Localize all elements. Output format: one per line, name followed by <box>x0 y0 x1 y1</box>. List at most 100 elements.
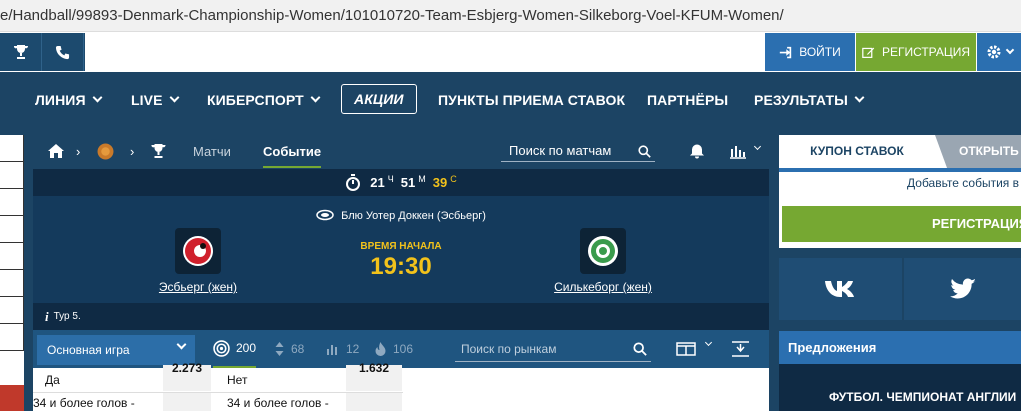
left-row[interactable] <box>0 216 24 243</box>
right-sidebar: КУПОН СТАВОК ОТКРЫТЬ Добавьте события в … <box>779 135 1021 411</box>
offers-header[interactable]: Предложения <box>779 331 1021 364</box>
nav-results-label: РЕЗУЛЬТАТЫ <box>754 91 848 108</box>
odd-cell[interactable] <box>346 393 402 411</box>
filter-hot-count: 106 <box>393 342 414 356</box>
breadcrumb-separator-icon: › <box>130 144 135 159</box>
nav-results[interactable]: РЕЗУЛЬТАТЫ <box>754 72 865 127</box>
left-row[interactable] <box>0 162 24 189</box>
stadium-icon <box>316 209 334 221</box>
handball-icon[interactable] <box>97 143 114 160</box>
home-team-logo <box>175 228 221 274</box>
left-row[interactable] <box>0 135 24 162</box>
home-team-name: Эсбьерг (жен) <box>158 280 238 294</box>
market-search-placeholder: Поиск по рынкам <box>461 342 557 356</box>
gear-icon <box>987 45 1000 59</box>
coupon-body: Добавьте события в РЕГИСТРАЦИЯ <box>779 168 1021 248</box>
trophy-icon[interactable] <box>150 143 167 159</box>
search-icon[interactable] <box>633 342 647 356</box>
login-icon <box>780 46 792 58</box>
left-row[interactable] <box>0 189 24 216</box>
stopwatch-icon <box>346 174 361 191</box>
twitter-icon <box>949 278 976 299</box>
filter-stats[interactable]: 12 <box>326 330 359 368</box>
sort-icon <box>275 342 284 356</box>
timer-hours-unit: Ч <box>387 173 394 184</box>
target-icon <box>213 339 230 357</box>
tour-label: Тур 5. <box>53 311 81 322</box>
left-row[interactable] <box>0 270 24 297</box>
countdown-timer: 21 Ч 51 М 39 С <box>33 169 769 196</box>
home-icon[interactable] <box>47 143 65 159</box>
nav-esports-label: КИБЕРСПОРТ <box>207 91 304 108</box>
timer-hours: 21 <box>370 175 385 190</box>
edit-icon <box>862 47 875 58</box>
login-button[interactable]: ВОЙТИ <box>765 33 855 71</box>
login-label: ВОЙТИ <box>799 45 841 59</box>
home-team[interactable]: Эсбьерг (жен) <box>138 228 258 294</box>
timer-seconds: 39 <box>432 175 448 190</box>
nav-promotions[interactable]: АКЦИИ <box>341 84 417 114</box>
left-row[interactable] <box>0 324 24 351</box>
away-team-logo <box>580 228 626 274</box>
filter-sort[interactable]: 68 <box>274 330 304 368</box>
outcome-label[interactable]: Да <box>45 373 60 387</box>
away-team-name: Силькеборг (жен) <box>554 280 652 294</box>
filter-all-count: 200 <box>236 341 257 355</box>
main-nav: ЛИНИЯ LIVE КИБЕРСПОРТ АКЦИИ ПУНКТЫ ПРИЕМ… <box>0 72 1021 127</box>
breadcrumb-separator-icon: › <box>76 144 81 159</box>
vk-button[interactable] <box>779 258 902 320</box>
page: { "browser": {"url": "e/Handball/99893-D… <box>0 0 1021 411</box>
market-table: Да 2.273 Нет 1.632 34 и более голов - 34… <box>33 362 769 411</box>
outcome-label[interactable]: 34 и более голов - <box>33 396 135 410</box>
bell-icon[interactable] <box>689 143 705 160</box>
outcome-label[interactable]: 34 и более голов - <box>227 396 329 410</box>
top-bar: ВОЙТИ РЕГИСТРАЦИЯ <box>0 33 1021 71</box>
nav-betting-points[interactable]: ПУНКТЫ ПРИЕМА СТАВОК <box>438 72 625 127</box>
collapse-icon[interactable] <box>731 341 750 357</box>
start-time-block: ВРЕМЯ НАЧАЛА 19:30 <box>347 241 455 281</box>
stats-icon[interactable] <box>729 143 747 159</box>
market-group-label: Основная игра <box>47 343 130 357</box>
tab-open-bets[interactable]: ОТКРЫТЬ <box>935 135 1021 168</box>
chevron-down-icon <box>854 92 865 103</box>
layout-columns-icon[interactable] <box>676 342 696 356</box>
odd-cell[interactable] <box>163 393 211 411</box>
nav-line[interactable]: ЛИНИЯ <box>35 72 103 127</box>
scoreboard: Блю Уотер Доккен (Эсбьерг) Эсбьерг (жен)… <box>33 196 769 303</box>
coupon-tabs: КУПОН СТАВОК ОТКРЫТЬ <box>779 135 1021 168</box>
odd-cell[interactable]: 1.632 <box>346 362 402 391</box>
chevron-down-icon <box>1005 45 1014 55</box>
away-team[interactable]: Силькеборг (жен) <box>543 228 663 294</box>
event-panel: › › Матчи Событие Поиск по матчам 21 Ч 5… <box>33 135 769 411</box>
market-search-input[interactable]: Поиск по рынкам <box>455 336 651 362</box>
left-row[interactable] <box>0 243 24 270</box>
market-toolbar: Основная игра 200 68 12 106 Поиск по рын… <box>33 330 769 368</box>
left-sidebar-fragment <box>0 135 24 411</box>
odd-cell[interactable]: 2.273 <box>163 362 211 391</box>
promo-banner[interactable]: ФУТБОЛ. ЧЕМПИОНАТ АНГЛИИ <box>779 364 1021 411</box>
search-icon[interactable] <box>638 145 651 158</box>
settings-button[interactable] <box>977 33 1021 71</box>
nav-line-label: ЛИНИЯ <box>35 91 86 108</box>
coupon-hint: Добавьте события в <box>907 176 1019 190</box>
chevron-down-icon <box>176 339 187 350</box>
trophy-icon[interactable] <box>0 33 42 71</box>
nav-live[interactable]: LIVE <box>131 72 179 127</box>
match-search-input[interactable]: Поиск по матчам <box>501 141 655 162</box>
chevron-down-icon <box>169 92 179 103</box>
nav-partners[interactable]: ПАРТНЁРЫ <box>647 72 728 127</box>
twitter-button[interactable] <box>904 258 1021 320</box>
filter-all[interactable]: 200 <box>213 330 257 368</box>
filter-stats-count: 12 <box>346 342 360 356</box>
tab-matches[interactable]: Матчи <box>193 135 231 168</box>
phone-icon[interactable] <box>42 33 84 71</box>
tab-bet-coupon[interactable]: КУПОН СТАВОК <box>779 135 935 168</box>
address-bar[interactable]: e/Handball/99893-Denmark-Championship-Wo… <box>0 0 1021 32</box>
tab-event[interactable]: Событие <box>263 135 322 168</box>
nav-esports[interactable]: КИБЕРСПОРТ <box>207 72 321 127</box>
register-button[interactable]: РЕГИСТРАЦИЯ <box>856 33 976 71</box>
outcome-label[interactable]: Нет <box>227 373 247 387</box>
coupon-register-button[interactable]: РЕГИСТРАЦИЯ <box>782 206 1021 242</box>
tour-info: i Тур 5. <box>33 303 769 330</box>
left-row[interactable] <box>0 297 24 324</box>
